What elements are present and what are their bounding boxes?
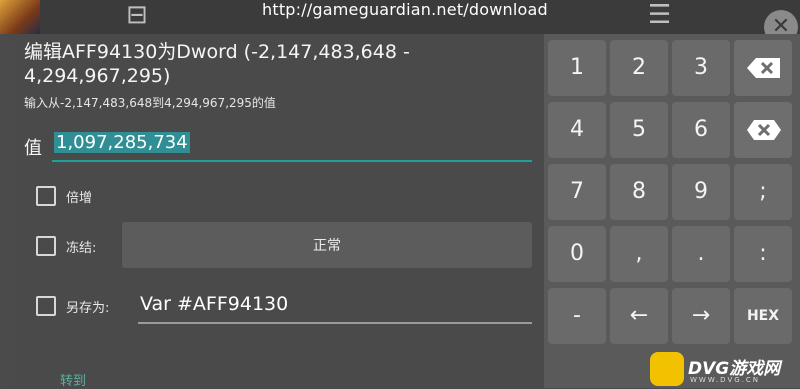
saveas-checkbox[interactable]: [36, 296, 56, 316]
backspace-icon: [747, 58, 780, 78]
sliders-icon[interactable]: ⊟: [126, 2, 148, 28]
edit-value-dialog: 编辑AFF94130为Dword (-2,147,483,648 - 4,294…: [14, 34, 544, 389]
freeze-checkbox[interactable]: [36, 236, 56, 256]
clear-key[interactable]: [734, 102, 792, 158]
key-minus[interactable]: -: [548, 288, 606, 344]
key-6[interactable]: 6: [672, 102, 730, 158]
key-left[interactable]: ←: [610, 288, 668, 344]
url-text: http://gameguardian.net/download: [262, 0, 548, 19]
value-text[interactable]: 1,097,285,734: [54, 132, 190, 153]
goto-button[interactable]: 转到: [60, 370, 86, 389]
watermark: DVG游戏网 WWW.DVG.CN: [650, 350, 800, 388]
saveas-label: 另存为:: [66, 301, 110, 316]
backspace-key[interactable]: [734, 40, 792, 96]
freeze-mode-button[interactable]: 正常: [122, 222, 532, 268]
key-colon[interactable]: :: [734, 226, 792, 282]
key-7[interactable]: 7: [548, 164, 606, 220]
key-right[interactable]: →: [672, 288, 730, 344]
multiply-checkbox[interactable]: [36, 186, 56, 206]
key-dot[interactable]: .: [672, 226, 730, 282]
value-label: 值: [24, 138, 42, 159]
clear-icon: [747, 120, 781, 140]
key-semicolon[interactable]: ;: [734, 164, 792, 220]
top-toolbar: ⊟ http://gameguardian.net/download ☰: [0, 0, 800, 34]
key-1[interactable]: 1: [548, 40, 606, 96]
key-4[interactable]: 4: [548, 102, 606, 158]
saveas-input[interactable]: Var #AFF94130: [138, 290, 532, 324]
dvg-logo-icon: [650, 352, 684, 386]
freeze-mode-label: 正常: [313, 238, 341, 254]
list-icon[interactable]: ☰: [648, 2, 671, 28]
key-comma[interactable]: ,: [610, 226, 668, 282]
key-9[interactable]: 9: [672, 164, 730, 220]
dialog-title: 编辑AFF94130为Dword (-2,147,483,648 - 4,294…: [24, 41, 410, 87]
keypad: 1 2 3 4 5 6 7 8 9 ; 0 , . : - ← → HEX: [544, 34, 800, 388]
multiply-label: 倍增: [66, 191, 93, 206]
key-3[interactable]: 3: [672, 40, 730, 96]
key-8[interactable]: 8: [610, 164, 668, 220]
key-0[interactable]: 0: [548, 226, 606, 282]
freeze-label: 冻结:: [66, 241, 97, 256]
app-thumbnail: [0, 0, 40, 34]
watermark-sub: WWW.DVG.CN: [690, 376, 761, 384]
key-hex[interactable]: HEX: [734, 288, 792, 344]
value-input[interactable]: 1,097,285,734: [52, 130, 532, 162]
key-5[interactable]: 5: [610, 102, 668, 158]
key-2[interactable]: 2: [610, 40, 668, 96]
saveas-text[interactable]: Var #AFF94130: [140, 293, 288, 315]
dialog-hint: 输入从-2,147,483,648到4,294,967,295的值: [24, 96, 276, 110]
